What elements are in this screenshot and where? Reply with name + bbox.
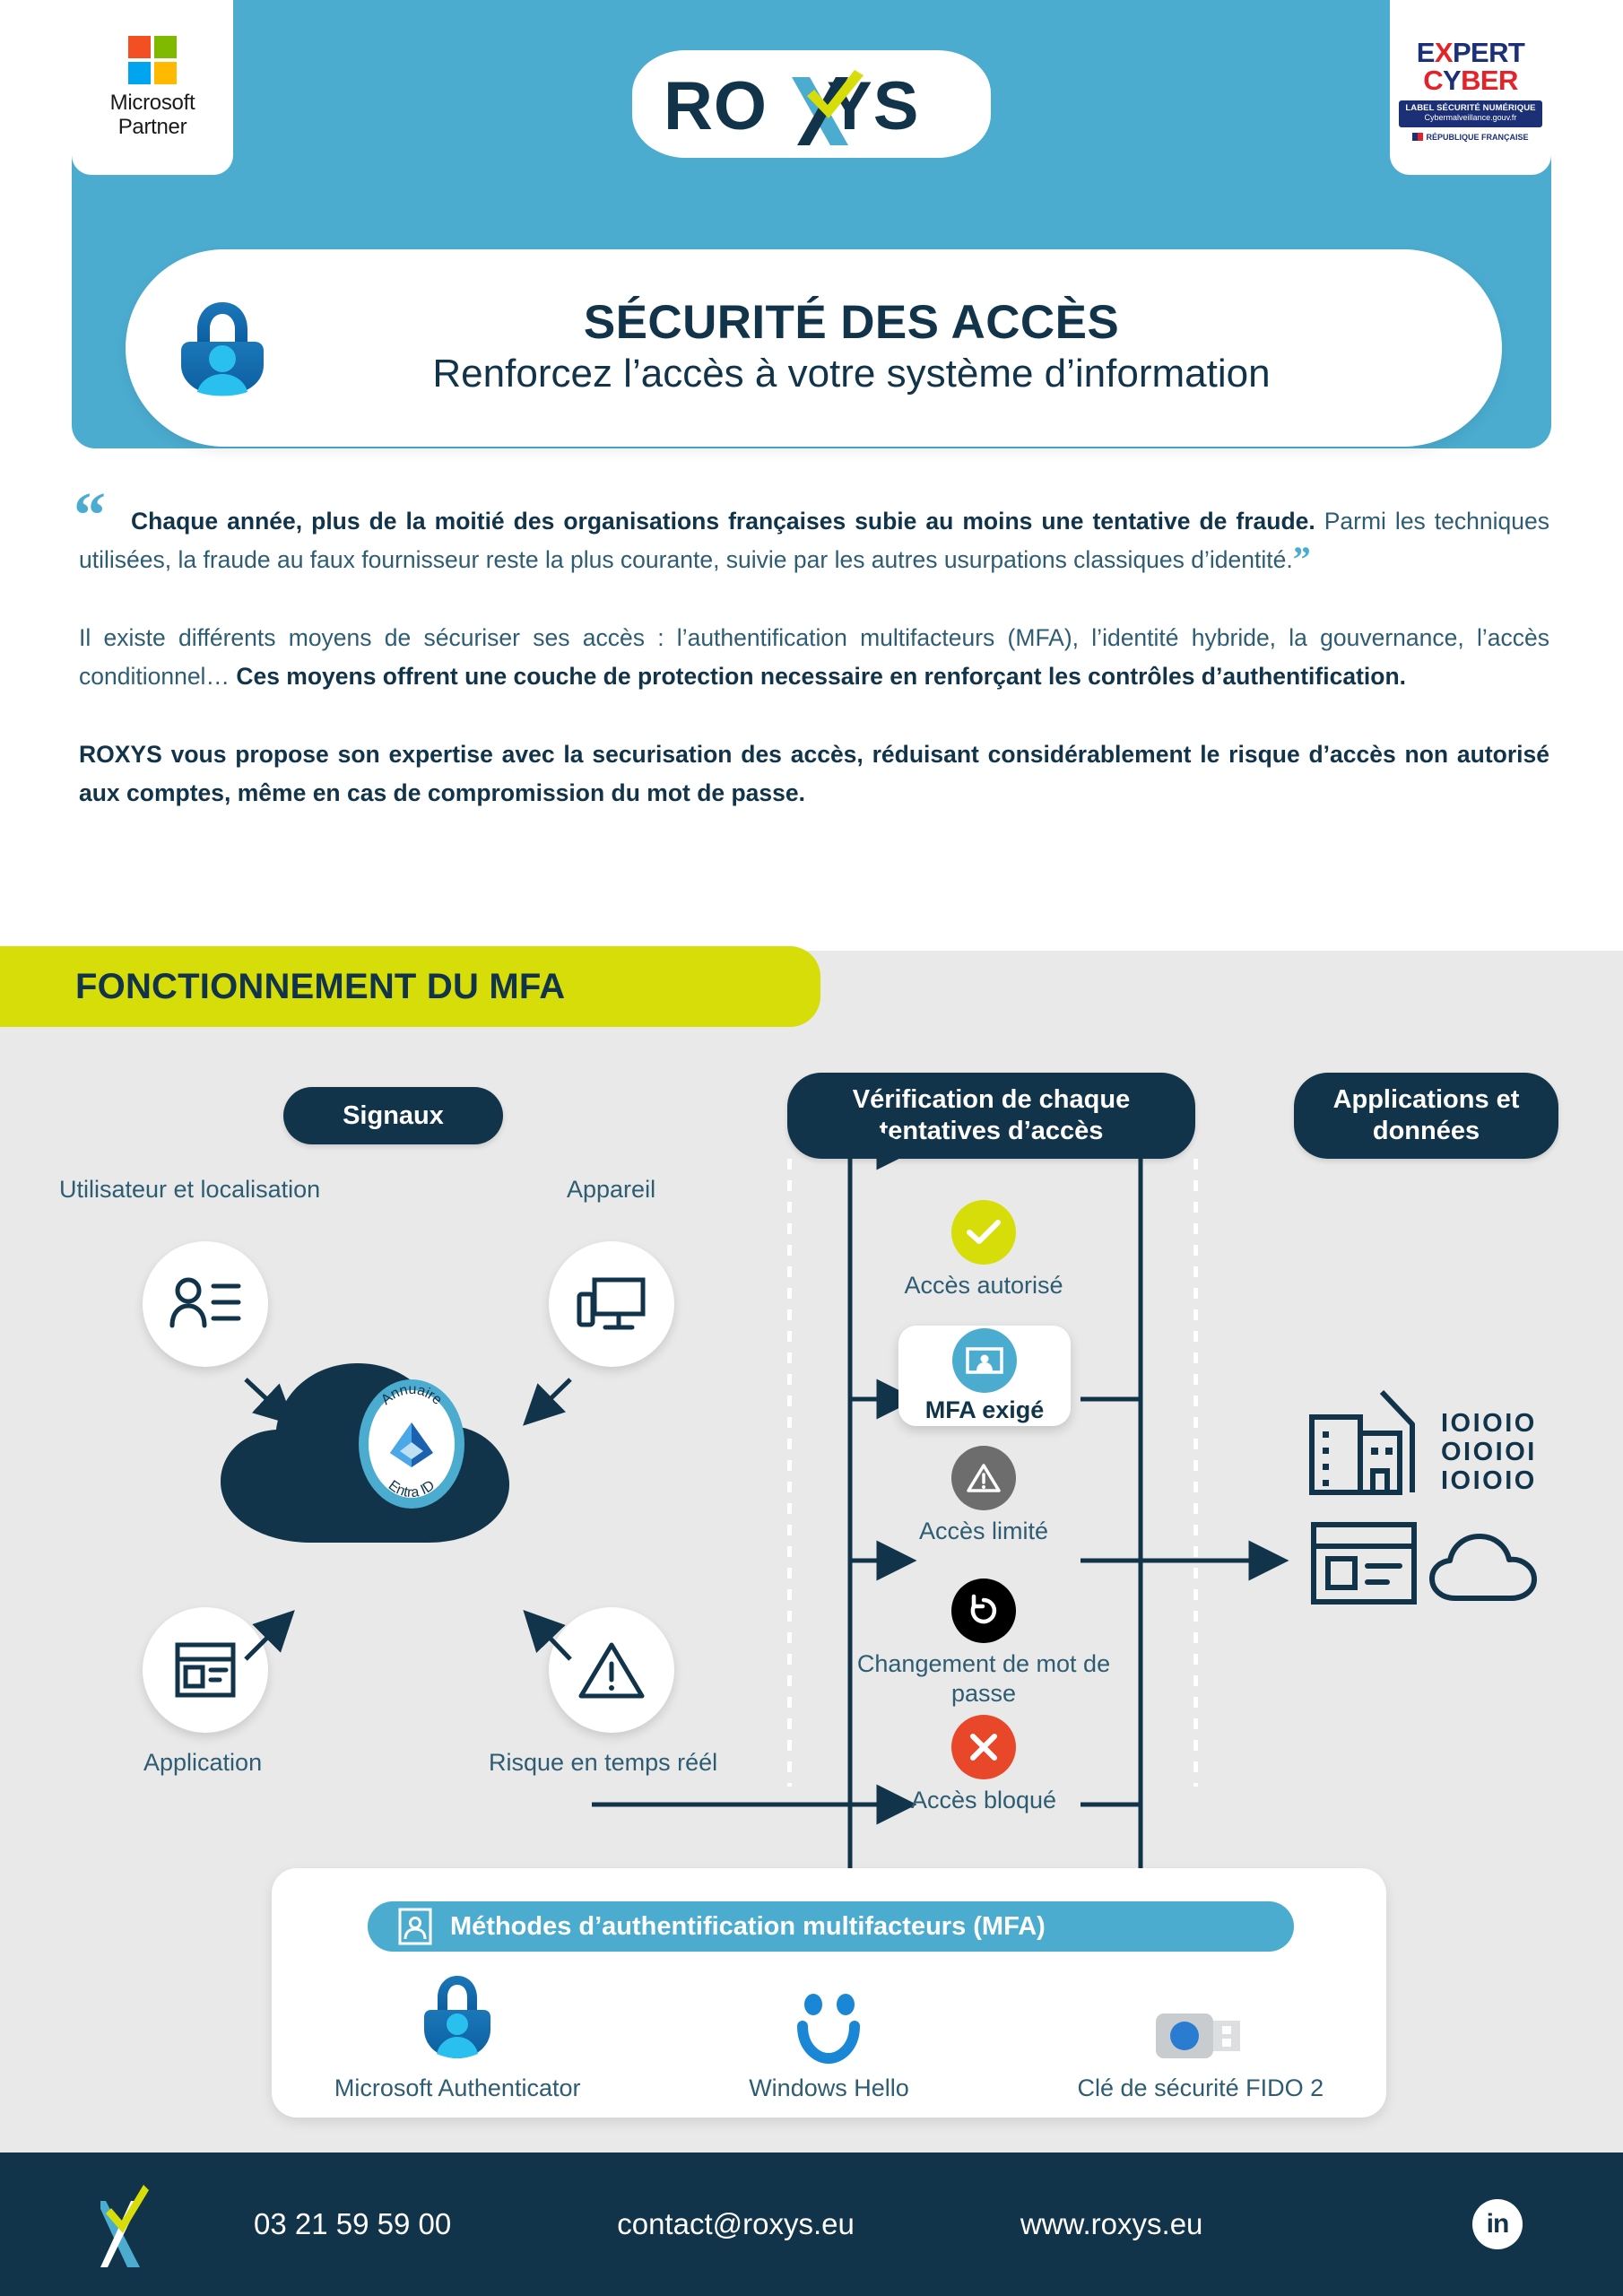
- reset-arrow-icon: [951, 1578, 1016, 1643]
- applications-and-data-icons: IOIOIO OIOIOI IOIOIO: [1305, 1381, 1574, 1632]
- linkedin-label: in: [1486, 2209, 1510, 2239]
- signal-label-risk: Risque en temps réél: [489, 1749, 718, 1776]
- browser-window-icon: [1311, 1522, 1417, 1605]
- divider-right-dashed: [1193, 1159, 1198, 1787]
- mfa-method-label: Windows Hello: [749, 2074, 909, 2101]
- quote-open-icon: “: [74, 479, 106, 551]
- expert-cyber-word2: CYBER: [1423, 65, 1518, 97]
- signal-circle-device: [549, 1241, 674, 1367]
- mfa-methods-header: Méthodes d’authentification multifacteur…: [368, 1901, 1294, 1952]
- outcome-acces-autorise: Accès autorisé: [831, 1200, 1136, 1300]
- page-subtitle: Renforcez l’accès à votre système d’info…: [432, 352, 1271, 396]
- intro-text-block: “ Chaque année, plus de la moitié des or…: [74, 483, 1549, 813]
- entra-id-cloud: Annuaire Entra ID: [204, 1354, 572, 1552]
- mfa-method-authenticator: Microsoft Authenticator: [272, 1974, 643, 2102]
- pill-signaux: Signaux: [283, 1087, 503, 1144]
- page-title: SÉCURITÉ DES ACCÈS: [583, 295, 1120, 349]
- expert-cyber-label: LABEL SÉCURITÉ NUMÉRIQUE Cybermalveillan…: [1399, 100, 1542, 127]
- outcome-label: Accès limité: [918, 1518, 1049, 1544]
- french-flag-icon: [1412, 133, 1424, 142]
- binary-data-icon: IOIOIO OIOIOI IOIOIO: [1441, 1409, 1537, 1495]
- footer-phone[interactable]: 03 21 59 59 00: [254, 2207, 451, 2241]
- footer-bar: 03 21 59 59 00 contact@roxys.eu www.roxy…: [0, 2152, 1623, 2296]
- republique-francaise-mark: RÉPUBLIQUE FRANÇAISE: [1412, 133, 1529, 142]
- pill-verification: Vérification de chaque tentatives d’accè…: [787, 1073, 1195, 1159]
- footer-email[interactable]: contact@roxys.eu: [617, 2207, 855, 2241]
- mfa-method-windows-hello: Windows Hello: [643, 1974, 1014, 2102]
- warning-icon: [951, 1446, 1016, 1510]
- microsoft-partner-badge: Microsoft Partner: [72, 0, 233, 175]
- id-card-icon: [398, 1908, 432, 1945]
- microsoft-logo-icon: [128, 35, 177, 84]
- signal-circle-risk: [549, 1607, 674, 1733]
- expert-cyber-word1: EXPERT: [1416, 37, 1525, 69]
- quote-close-icon: ”: [1292, 538, 1311, 579]
- roxys-x-icon: [100, 2185, 149, 2267]
- roxys-logo: RO YS: [632, 50, 991, 158]
- cloud-icon: [1429, 1534, 1537, 1601]
- section-header-banner: FONCTIONNEMENT DU MFA: [0, 946, 820, 1027]
- signal-label-application: Application: [143, 1749, 263, 1776]
- outcome-mfa-exige-card: MFA exigé: [898, 1326, 1071, 1426]
- mfa-method-fido2: Clé de sécurité FIDO 2: [1015, 1974, 1386, 2102]
- footer-website[interactable]: www.roxys.eu: [1020, 2207, 1203, 2241]
- svg-text:IOIOIO: IOIOIO: [1441, 1466, 1537, 1495]
- microsoft-partner-label: Microsoft Partner: [109, 90, 195, 139]
- intro-quote-bold: Chaque année, plus de la moitié des orga…: [131, 508, 1315, 535]
- outcome-acces-bloque: Accès bloqué: [831, 1715, 1136, 1815]
- svg-text:RO: RO: [664, 68, 768, 144]
- infographic-page: Microsoft Partner EXPERT CYBER LABEL SÉC…: [0, 0, 1623, 2296]
- mfa-methods-list: Microsoft Authenticator Windows Hello Cl…: [272, 1974, 1386, 2102]
- signal-circle-application: [143, 1607, 268, 1733]
- intro-para2-bold: Ces moyens offrent une couche de protect…: [236, 663, 1406, 691]
- intro-quote: “ Chaque année, plus de la moitié des or…: [74, 483, 1549, 579]
- intro-paragraph-3: ROXYS vous propose son expertise avec la…: [79, 741, 1549, 807]
- intro-paragraph-2: Il existe différents moyens de sécuriser…: [79, 619, 1549, 696]
- divider-left-dashed: [787, 1159, 792, 1787]
- svg-text:OIOIOI: OIOIOI: [1441, 1438, 1537, 1466]
- outcome-acces-limite: Accès limité: [831, 1446, 1136, 1546]
- outcome-label: MFA exigé: [924, 1396, 1045, 1423]
- expert-cyber-badge: EXPERT CYBER LABEL SÉCURITÉ NUMÉRIQUE Cy…: [1390, 0, 1551, 175]
- pill-applications: Applications et données: [1294, 1073, 1558, 1159]
- entra-id-badge: Annuaire Entra ID: [357, 1378, 466, 1510]
- mfa-methods-title: Méthodes d’authentification multifacteur…: [450, 1911, 1046, 1941]
- usb-security-key-icon: [1154, 1974, 1247, 2064]
- buildings-icon: [1309, 1389, 1415, 1495]
- mfa-method-label: Clé de sécurité FIDO 2: [1077, 2074, 1324, 2101]
- section-title: FONCTIONNEMENT DU MFA: [75, 966, 566, 1006]
- check-icon: [951, 1200, 1016, 1265]
- signal-label-user: Utilisateur et localisation: [59, 1176, 321, 1203]
- device-icon: [577, 1277, 646, 1330]
- roxys-logo-icon: RO YS: [664, 68, 918, 145]
- account-lock-icon: [181, 302, 264, 396]
- user-list-icon: [169, 1277, 241, 1328]
- svg-text:IOIOIO: IOIOIO: [1441, 1409, 1537, 1438]
- cross-icon: [951, 1715, 1016, 1779]
- outcome-label: Accès autorisé: [904, 1272, 1063, 1299]
- mfa-badge-icon: [952, 1327, 1017, 1393]
- authenticator-lock-icon: [422, 1974, 492, 2064]
- mfa-method-label: Microsoft Authenticator: [334, 2074, 581, 2101]
- outcome-label: Accès bloqué: [910, 1787, 1057, 1813]
- warning-triangle-icon: [578, 1642, 645, 1699]
- signal-circle-user: [143, 1241, 268, 1367]
- outcome-label: Changement de mot de passe: [856, 1650, 1111, 1707]
- page-title-card: SÉCURITÉ DES ACCÈS Renforcez l’accès à v…: [126, 249, 1502, 447]
- signal-label-device: Appareil: [567, 1176, 656, 1203]
- outcome-changement-mot-de-passe: Changement de mot de passe: [831, 1578, 1136, 1709]
- smiley-face-icon: [788, 1974, 869, 2064]
- mfa-methods-card: Méthodes d’authentification multifacteur…: [272, 1868, 1386, 2118]
- application-window-icon: [175, 1642, 236, 1698]
- linkedin-icon[interactable]: in: [1472, 2199, 1523, 2249]
